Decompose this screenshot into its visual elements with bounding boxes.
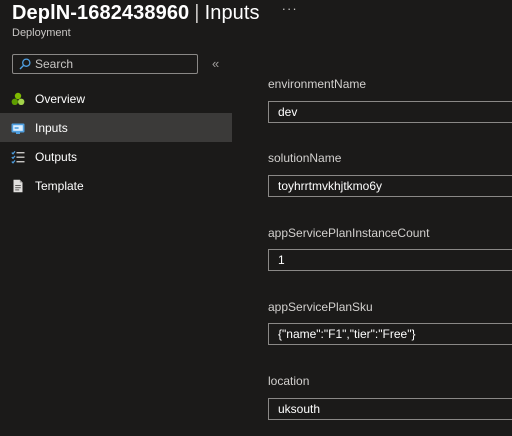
field-label-appServicePlanSku: appServicePlanSku [268, 300, 373, 314]
collapse-menu-icon[interactable]: « [212, 56, 219, 71]
field-value-environmentName[interactable]: dev [268, 101, 512, 123]
page-title: DeplN-1682438960 | Inputs [12, 2, 260, 25]
template-icon [11, 179, 25, 193]
field-value-appServicePlanSku[interactable]: {"name":"F1","tier":"Free"} [268, 323, 512, 345]
deployment-name: DeplN-1682438960 [12, 2, 190, 24]
inputs-icon [11, 121, 25, 135]
field-value-location[interactable]: uksouth [268, 398, 512, 420]
field-label-appServicePlanInstanceCount: appServicePlanInstanceCount [268, 226, 430, 240]
field-value-solutionName[interactable]: toyhrrtmvkhjtkmo6y [268, 175, 512, 197]
sidebar-item-inputs[interactable]: Inputs [0, 113, 232, 142]
title-separator: | [194, 2, 200, 24]
sidebar-item-overview[interactable]: Overview [0, 84, 232, 113]
section-name: Inputs [204, 2, 260, 24]
field-value-appServicePlanInstanceCount[interactable]: 1 [268, 249, 512, 271]
sidebar-item-label: Overview [35, 91, 86, 106]
sidebar-item-label: Outputs [35, 149, 78, 164]
search-input[interactable] [35, 57, 185, 71]
sidebar-item-template[interactable]: Template [0, 171, 232, 200]
sidebar-item-label: Template [35, 178, 84, 193]
sidebar-nav: Overview Inputs Outputs Template [0, 84, 232, 200]
field-label-environmentName: environmentName [268, 77, 367, 91]
page-header: DeplN-1682438960 | Inputs ··· Deployment [12, 1, 512, 42]
sidebar-item-label: Inputs [35, 120, 68, 135]
overview-icon [11, 92, 25, 106]
more-options-icon[interactable]: ··· [282, 1, 298, 16]
sidebar-item-outputs[interactable]: Outputs [0, 142, 232, 171]
search-icon [19, 58, 31, 70]
field-label-solutionName: solutionName [268, 151, 342, 165]
title-row: DeplN-1682438960 | Inputs ··· [12, 1, 512, 25]
page-subtitle: Deployment [12, 27, 71, 39]
outputs-icon [11, 150, 25, 164]
field-label-location: location [268, 374, 310, 388]
search-box[interactable] [12, 54, 198, 74]
